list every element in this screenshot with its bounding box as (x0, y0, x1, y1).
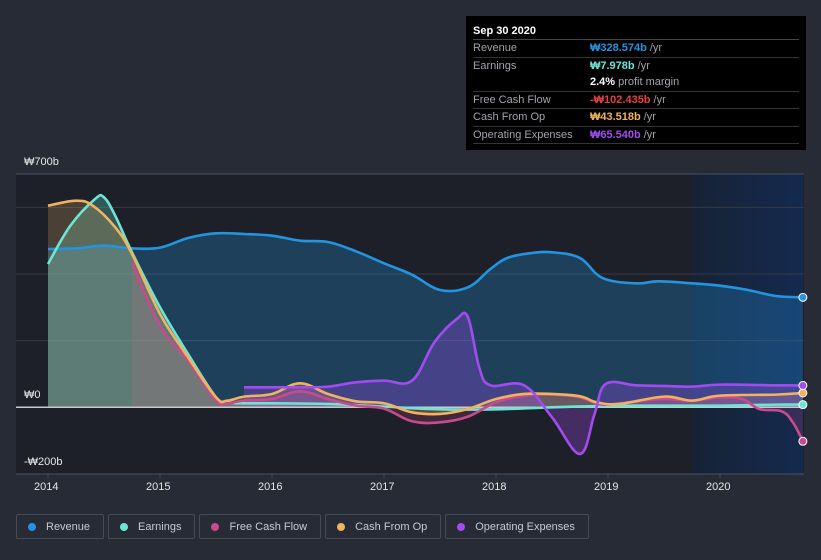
legend-label: Operating Expenses (475, 520, 575, 533)
legend-item-earnings[interactable]: Earnings (108, 514, 196, 539)
y-tick-label: -₩200b (24, 455, 63, 468)
legend-item-revenue[interactable]: Revenue (16, 514, 105, 539)
tooltip-label: Operating Expenses (473, 128, 573, 141)
tooltip-unit: profit margin (618, 76, 680, 88)
legend-dot-icon (337, 522, 346, 531)
x-tick-label: 2016 (258, 481, 283, 493)
legend-label: Revenue (46, 520, 91, 533)
x-tick-label: 2018 (482, 481, 507, 493)
end-point-cash-from-op[interactable] (798, 388, 808, 398)
tooltip-date: Sep 30 2020 (473, 23, 799, 40)
legend-dot-icon (28, 522, 36, 531)
tooltip-row: Operating Expenses ₩65.540b/yr (473, 127, 799, 144)
tooltip-row: 2.4% profit margin (473, 74, 799, 92)
x-tick-label: 2019 (594, 481, 619, 493)
tooltip-unit: /yr (653, 93, 666, 106)
tooltip-label: Free Cash Flow (473, 93, 551, 106)
x-tick-label: 2014 (34, 481, 59, 493)
y-tick-label: ₩0 (24, 389, 41, 402)
x-tick-label: 2020 (706, 481, 731, 493)
legend-label: Cash From Op (355, 520, 428, 533)
tooltip-value: -₩102.435b (590, 93, 651, 106)
tooltip-unit: /yr (643, 111, 656, 123)
legend-item-operating-expenses[interactable]: Operating Expenses (445, 514, 589, 539)
end-point-revenue[interactable] (798, 292, 808, 302)
legend-item-free-cash-flow[interactable]: Free Cash Flow (199, 514, 322, 539)
tooltip: Sep 30 2020 Revenue ₩328.574b/yr Earnings ₩… (466, 16, 806, 150)
legend-item-cash-from-op[interactable]: Cash From Op (325, 514, 442, 539)
tooltip-label: Earnings (473, 59, 517, 72)
tooltip-row: Free Cash Flow -₩102.435b/yr (473, 92, 799, 109)
tooltip-value: ₩328.574b (590, 42, 647, 54)
legend-dot-icon (120, 522, 129, 531)
tooltip-label: Revenue (473, 42, 518, 54)
end-point-free-cash-flow[interactable] (798, 436, 808, 446)
end-point-operating-expenses[interactable] (798, 380, 808, 390)
legend-dot-icon (457, 522, 466, 531)
tooltip-unit: /yr (643, 128, 656, 141)
tooltip-unit: /yr (637, 59, 650, 72)
legend: Revenue Earnings Free Cash Flow Cash From O… (16, 514, 589, 539)
tooltip-row: Cash From Op ₩43.518b/yr (473, 109, 799, 127)
tooltip-value: ₩43.518b (590, 111, 641, 123)
x-tick-label: 2015 (146, 481, 171, 493)
y-tick-label: ₩700b (24, 156, 59, 168)
tooltip-value: ₩7.978b (590, 59, 635, 72)
tooltip-row: Earnings ₩7.978b/yr (473, 58, 799, 75)
x-tick-label: 2017 (370, 481, 395, 493)
tooltip-row: Revenue ₩328.574b/yr (473, 40, 799, 58)
tooltip-unit: /yr (649, 42, 663, 54)
legend-label: Earnings (138, 520, 182, 533)
legend-dot-icon (211, 522, 220, 531)
tooltip-label: Cash From Op (473, 111, 546, 123)
tooltip-value: ₩65.540b (590, 128, 641, 141)
tooltip-value: 2.4% (590, 76, 616, 88)
end-point-earnings[interactable] (798, 400, 808, 410)
legend-label: Free Cash Flow (229, 520, 308, 533)
tooltip-label (473, 74, 590, 91)
